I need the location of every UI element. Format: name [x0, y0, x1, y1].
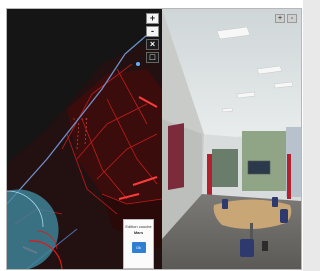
- wall-poster: [168, 123, 184, 190]
- meeting-room-photo[interactable]: [162, 9, 301, 269]
- zoom-in-button[interactable]: +: [146, 13, 159, 24]
- layers-icon[interactable]: □: [146, 52, 159, 63]
- wall-screen: [247, 160, 271, 175]
- map-zoom-controls: + - × □: [146, 13, 159, 63]
- popup-title: Edition couche: [125, 224, 152, 229]
- zoom-out-button[interactable]: -: [146, 26, 159, 37]
- pano-zoom-in-button[interactable]: +: [275, 14, 285, 23]
- popup-mode: Mars: [133, 230, 144, 235]
- pano-zoom-out-button[interactable]: -: [287, 14, 297, 23]
- close-icon[interactable]: ×: [146, 39, 159, 50]
- panorama-zoom-controls: + -: [275, 14, 297, 23]
- viewer-app: + - × □ Edition couche Mars Ok + -: [0, 0, 303, 271]
- split-viewer: + - × □ Edition couche Mars Ok + -: [6, 8, 302, 270]
- ok-button[interactable]: Ok: [131, 242, 146, 253]
- panorama-panel[interactable]: + -: [162, 9, 301, 269]
- edit-layer-popup: Edition couche Mars Ok: [123, 219, 154, 269]
- camera-position-marker[interactable]: [136, 62, 140, 66]
- map-panel[interactable]: + - × □ Edition couche Mars Ok: [7, 9, 162, 269]
